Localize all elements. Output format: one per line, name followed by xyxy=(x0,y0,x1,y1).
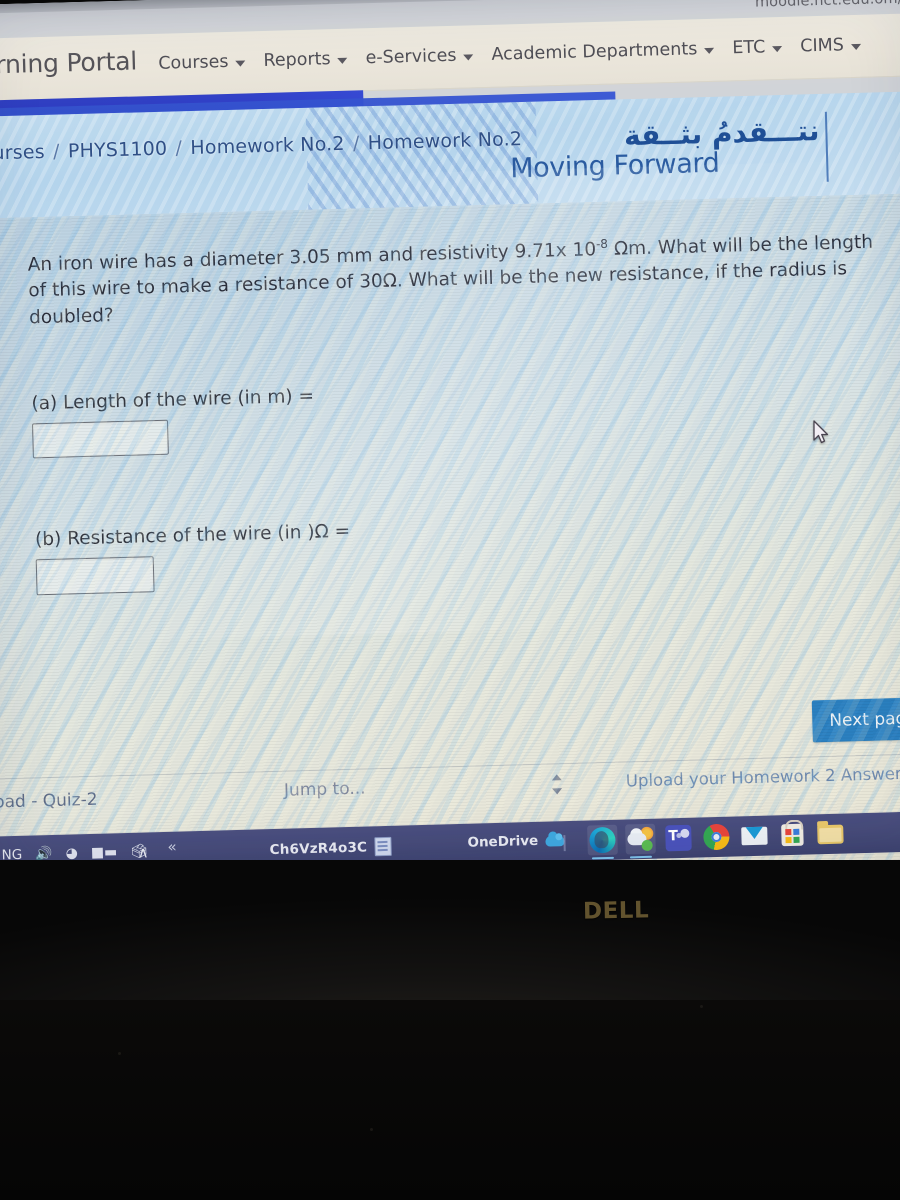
chevron-down-icon xyxy=(337,57,348,64)
laptop-photo: moodle.nct.edu.om/m arning Portal Course… xyxy=(0,0,900,1200)
taskbar-app-mail[interactable] xyxy=(739,821,770,852)
laptop-screen: moodle.nct.edu.om/m arning Portal Course… xyxy=(0,0,900,885)
menu-label-cims: CIMS xyxy=(800,35,845,57)
menu-item-cims[interactable]: CIMS xyxy=(800,35,861,57)
show-hidden-icons-button[interactable]: ∧ xyxy=(137,843,148,861)
battery-icon[interactable]: ■▬ xyxy=(91,844,118,861)
question-text: An iron wire has a diameter 3.05 mm and … xyxy=(27,228,887,331)
chevron-down-icon xyxy=(772,45,783,52)
next-page-button[interactable]: Next page xyxy=(811,697,900,743)
taskbar-app-weather[interactable] xyxy=(625,823,656,855)
answer-input-b[interactable] xyxy=(35,556,155,596)
menu-label-e-services: e-Services xyxy=(365,45,457,69)
breadcrumb-separator: / xyxy=(52,140,60,163)
quiz-footer-nav: oad - Quiz-2 Jump to... Upload your Home… xyxy=(0,753,900,822)
taskbar-app-edge[interactable] xyxy=(587,824,618,856)
chevron-down-icon xyxy=(235,59,246,67)
chevron-down-icon xyxy=(850,43,861,50)
breadcrumb-item-homework-no2[interactable]: Homework No.2 xyxy=(190,133,345,159)
taskbar-app-icons xyxy=(587,814,846,861)
menu-item-courses[interactable]: Courses xyxy=(158,51,246,74)
breadcrumb-separator: / xyxy=(352,132,360,155)
footer-prev-link[interactable]: oad - Quiz-2 xyxy=(0,790,98,813)
onedrive-item[interactable]: OneDrive xyxy=(467,832,565,851)
logo-english-text: Moving Forward xyxy=(509,147,720,185)
quiz-page-body: An iron wire has a diameter 3.05 mm and … xyxy=(0,193,900,885)
taskbar-app-teams[interactable] xyxy=(663,823,694,854)
wifi-icon[interactable]: ◕ xyxy=(65,845,78,861)
microsoft-store-icon xyxy=(781,823,804,847)
answer-label-a: (a) Length of the wire (in m) = xyxy=(31,385,315,415)
overflow-chevron-icon[interactable]: « xyxy=(167,838,177,856)
jump-to-select-spinner[interactable] xyxy=(550,773,565,795)
menu-item-reports[interactable]: Reports xyxy=(263,49,348,71)
file-explorer-icon xyxy=(817,824,844,845)
chevron-down-icon xyxy=(463,53,474,61)
menu-label-etc: ETC xyxy=(732,37,766,59)
chevron-down-icon xyxy=(704,47,715,54)
upload-homework-label: Upload your Homework 2 Answer xyxy=(625,763,900,791)
chrome-icon xyxy=(703,823,730,851)
onedrive-label: OneDrive xyxy=(467,832,539,851)
jump-to-label[interactable]: Jump to... xyxy=(284,779,366,801)
chevron-down-icon xyxy=(552,788,563,795)
mail-icon xyxy=(741,826,768,846)
answer-group-a: (a) Length of the wire (in m) = xyxy=(31,386,315,459)
file-icon xyxy=(373,836,392,857)
laptop-bezel-lower xyxy=(0,1000,900,1200)
taskbar-app-explorer[interactable] xyxy=(815,819,846,850)
menu-item-etc[interactable]: ETC xyxy=(732,37,783,59)
download-file-name: Ch6VzR4o3C xyxy=(269,838,368,858)
bezel-speck xyxy=(700,1005,703,1008)
taskbar-separator xyxy=(563,835,566,852)
bezel-speck xyxy=(118,1052,121,1055)
breadcrumb-item-phys1100[interactable]: PHYS1100 xyxy=(68,138,168,163)
answer-group-b: (b) Resistance of the wire (in )Ω = xyxy=(34,520,352,596)
menu-label-reports: Reports xyxy=(263,49,331,71)
menu-label-courses: Courses xyxy=(158,51,229,74)
menu-label-academic-departments: Academic Departments xyxy=(491,39,698,65)
breadcrumb-item-homework-no2-current[interactable]: Homework No.2 xyxy=(367,128,522,154)
main-menu: Courses Reports e-Services Academic Depa… xyxy=(158,34,900,74)
taskbar-app-chrome[interactable] xyxy=(701,822,732,853)
taskbar-app-store[interactable] xyxy=(777,820,808,851)
chevron-up-icon xyxy=(551,774,562,781)
site-brand[interactable]: arning Portal xyxy=(0,46,137,79)
breadcrumb-separator: / xyxy=(175,137,183,160)
institution-logo: نتـــقدمُ بثــقة Moving Forward xyxy=(503,100,835,201)
upload-homework-link[interactable]: Upload your Homework 2 Answer► xyxy=(625,763,900,791)
address-bar-url[interactable]: moodle.nct.edu.om/m xyxy=(755,0,900,11)
dell-brand-logo: DELL xyxy=(582,897,650,925)
answer-label-b: (b) Resistance of the wire (in )Ω = xyxy=(34,520,351,551)
download-item[interactable]: Ch6VzR4o3C xyxy=(269,836,392,859)
weather-icon xyxy=(627,826,654,853)
cloud-icon xyxy=(545,834,565,847)
teams-icon xyxy=(665,824,692,852)
menu-item-e-services[interactable]: e-Services xyxy=(365,45,474,69)
answer-input-a[interactable] xyxy=(31,419,169,459)
breadcrumb-item-courses[interactable]: ourses xyxy=(0,141,45,165)
menu-item-academic-departments[interactable]: Academic Departments xyxy=(491,39,715,65)
edge-icon xyxy=(589,826,616,854)
question-exponent: -8 xyxy=(595,236,609,252)
bezel-speck xyxy=(370,1128,373,1131)
